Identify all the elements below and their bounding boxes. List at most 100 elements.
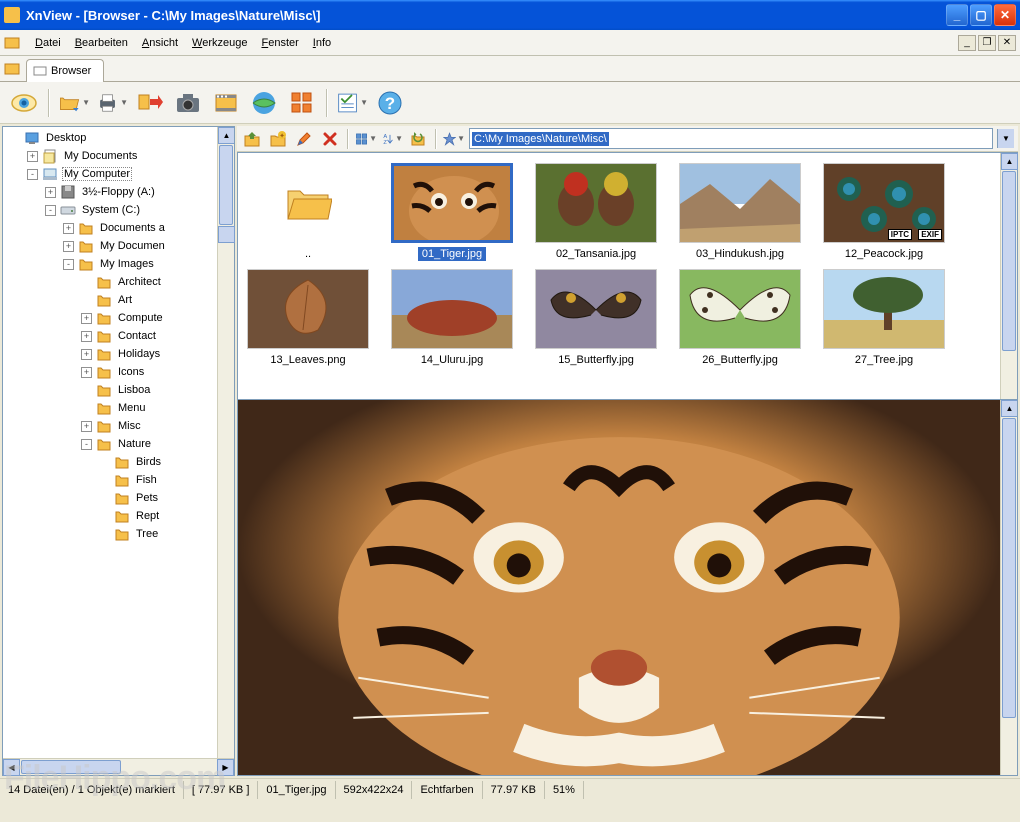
tree-node[interactable]: Menu (5, 399, 215, 417)
favorites-button[interactable]: ▼ (443, 128, 465, 150)
tree-node[interactable]: +3½-Floppy (A:) (5, 183, 215, 201)
tree-node[interactable]: Birds (5, 453, 215, 471)
menu-datei[interactable]: Datei (28, 34, 68, 52)
tree-expand-icon[interactable]: + (81, 313, 92, 324)
tab-browser[interactable]: Browser (26, 59, 104, 82)
preview-vscrollbar[interactable]: ▲ (1000, 400, 1017, 775)
grid-button[interactable] (286, 87, 318, 119)
mdi-minimize-button[interactable]: _ (958, 35, 976, 51)
tree-node[interactable]: Pets (5, 489, 215, 507)
tree-expand-icon[interactable]: + (63, 223, 74, 234)
tree-node[interactable]: + My Documen (5, 237, 215, 255)
tree-node[interactable]: - Nature (5, 435, 215, 453)
view-mode-button[interactable]: ▼ (355, 128, 377, 150)
slideshow-button[interactable] (210, 87, 242, 119)
tree-label: My Documents (62, 149, 139, 163)
thumbnail-item[interactable]: 02_Tansania.jpg (532, 163, 660, 261)
tree-node[interactable]: Architect (5, 273, 215, 291)
thumbnail-item[interactable]: 14_Uluru.jpg (388, 269, 516, 367)
new-folder-button[interactable]: ✦ (267, 128, 289, 150)
tree-expand-icon[interactable]: - (81, 439, 92, 450)
tree-node[interactable]: +Compute (5, 309, 215, 327)
titlebar: XnView - [Browser - C:\My Images\Nature\… (0, 0, 1020, 30)
tree-label: Misc (116, 419, 143, 433)
tree-node[interactable]: +Icons (5, 363, 215, 381)
refresh-button[interactable] (407, 128, 429, 150)
help-button[interactable]: ? (374, 87, 406, 119)
svg-text:✦: ✦ (279, 132, 285, 140)
browser-toolbar: ✦ ▼ AZ▼ ▼ C:\My Images\Nature\Misc\ ▼ (237, 126, 1018, 152)
edit-button[interactable] (293, 128, 315, 150)
tree-expand-icon[interactable]: + (27, 151, 38, 162)
tree-expand-icon[interactable]: - (45, 205, 56, 216)
delete-button[interactable] (319, 128, 341, 150)
tree-node[interactable]: -My Images (5, 255, 215, 273)
svg-text:?: ? (385, 94, 395, 113)
menu-ansicht[interactable]: Ansicht (135, 34, 185, 52)
tree-node[interactable]: - System (C:) (5, 201, 215, 219)
tree-node[interactable]: -My Computer (5, 165, 215, 183)
menu-fenster[interactable]: Fenster (254, 34, 305, 52)
tree-label: 3½-Floppy (A:) (80, 185, 157, 199)
print-button[interactable]: ▼ (96, 87, 128, 119)
menu-bearbeiten[interactable]: Bearbeiten (68, 34, 135, 52)
sort-button[interactable]: AZ▼ (381, 128, 403, 150)
thumbnail-item[interactable]: 26_Butterfly.jpg (676, 269, 804, 367)
web-button[interactable] (248, 87, 280, 119)
open-button[interactable]: ▼ (58, 87, 90, 119)
tree-expand-icon[interactable]: + (81, 421, 92, 432)
options-button[interactable]: ▼ (336, 87, 368, 119)
tree-node[interactable]: +Holidays (5, 345, 215, 363)
thumbnail-item[interactable]: 01_Tiger.jpg (388, 163, 516, 261)
tree-node[interactable]: Rept (5, 507, 215, 525)
thumbnail-label: .. (301, 247, 315, 261)
address-bar[interactable]: C:\My Images\Nature\Misc\ (469, 128, 993, 149)
tree-node[interactable]: + Misc (5, 417, 215, 435)
capture-button[interactable] (172, 87, 204, 119)
tree-node[interactable]: Art (5, 291, 215, 309)
tree-expand-icon[interactable]: + (81, 349, 92, 360)
tree-vscrollbar[interactable]: ▲ (217, 127, 234, 758)
view-button[interactable] (8, 87, 40, 119)
tree-label: System (C:) (80, 203, 142, 217)
tree-node[interactable]: Fish (5, 471, 215, 489)
tree-expand-icon[interactable]: + (63, 241, 74, 252)
folder-up-button[interactable] (241, 128, 263, 150)
thumbnail-item[interactable]: 15_Butterfly.jpg (532, 269, 660, 367)
thumbnail-item[interactable]: 13_Leaves.png (244, 269, 372, 367)
tree-node[interactable]: + Contact (5, 327, 215, 345)
tree-node[interactable]: Desktop (5, 129, 215, 147)
tree-hscrollbar[interactable]: ◀ ▶ (3, 758, 234, 775)
tree-label: My Documen (98, 239, 167, 253)
tree-expand-icon[interactable]: + (81, 367, 92, 378)
tree-label: Contact (116, 329, 158, 343)
thumbnail-item[interactable]: .. (244, 163, 372, 261)
tree-node[interactable]: Lisboa (5, 381, 215, 399)
tree-expand-icon[interactable]: + (45, 187, 56, 198)
maximize-button[interactable]: ▢ (970, 4, 992, 26)
thumbnail-item[interactable]: EXIFIPTC12_Peacock.jpg (820, 163, 948, 261)
close-button[interactable]: ✕ (994, 4, 1016, 26)
thumbnail-item[interactable]: 03_Hindukush.jpg (676, 163, 804, 261)
tree-expand-icon[interactable]: - (63, 259, 74, 270)
address-dropdown-button[interactable]: ▼ (997, 129, 1014, 148)
menu-info[interactable]: Info (306, 34, 338, 52)
convert-button[interactable] (134, 87, 166, 119)
mdi-restore-button[interactable]: ❐ (978, 35, 996, 51)
tree-expand-icon[interactable]: - (27, 169, 38, 180)
thumbnail-image (391, 163, 513, 243)
tree-node[interactable]: +Documents a (5, 219, 215, 237)
thumbnail-item[interactable]: 27_Tree.jpg (820, 269, 948, 367)
status-filename: 01_Tiger.jpg (258, 781, 335, 799)
tree-label: Nature (116, 437, 153, 451)
tree-node[interactable]: Tree (5, 525, 215, 543)
mdi-close-button[interactable]: ✕ (998, 35, 1016, 51)
menu-werkzeuge[interactable]: Werkzeuge (185, 34, 254, 52)
folder-tree-panel: Desktop+My Documents-My Computer+3½-Flop… (2, 126, 235, 776)
minimize-button[interactable]: _ (946, 4, 968, 26)
tree-node[interactable]: + My Documents (5, 147, 215, 165)
thumb-vscrollbar[interactable]: ▲ (1000, 153, 1017, 399)
tab-label: Browser (51, 65, 91, 77)
tree-expand-icon[interactable]: + (81, 331, 92, 342)
thumbnail-image (679, 269, 801, 349)
